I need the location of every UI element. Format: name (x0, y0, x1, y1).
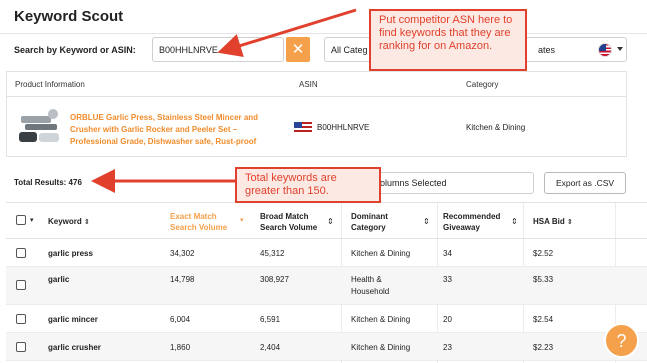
annotation-callout: Put competitor ASN here to find keywords… (369, 9, 527, 71)
arrow-to-search-input (217, 8, 357, 58)
annotation-callout: Total keywords are greater than 150. (235, 167, 381, 203)
